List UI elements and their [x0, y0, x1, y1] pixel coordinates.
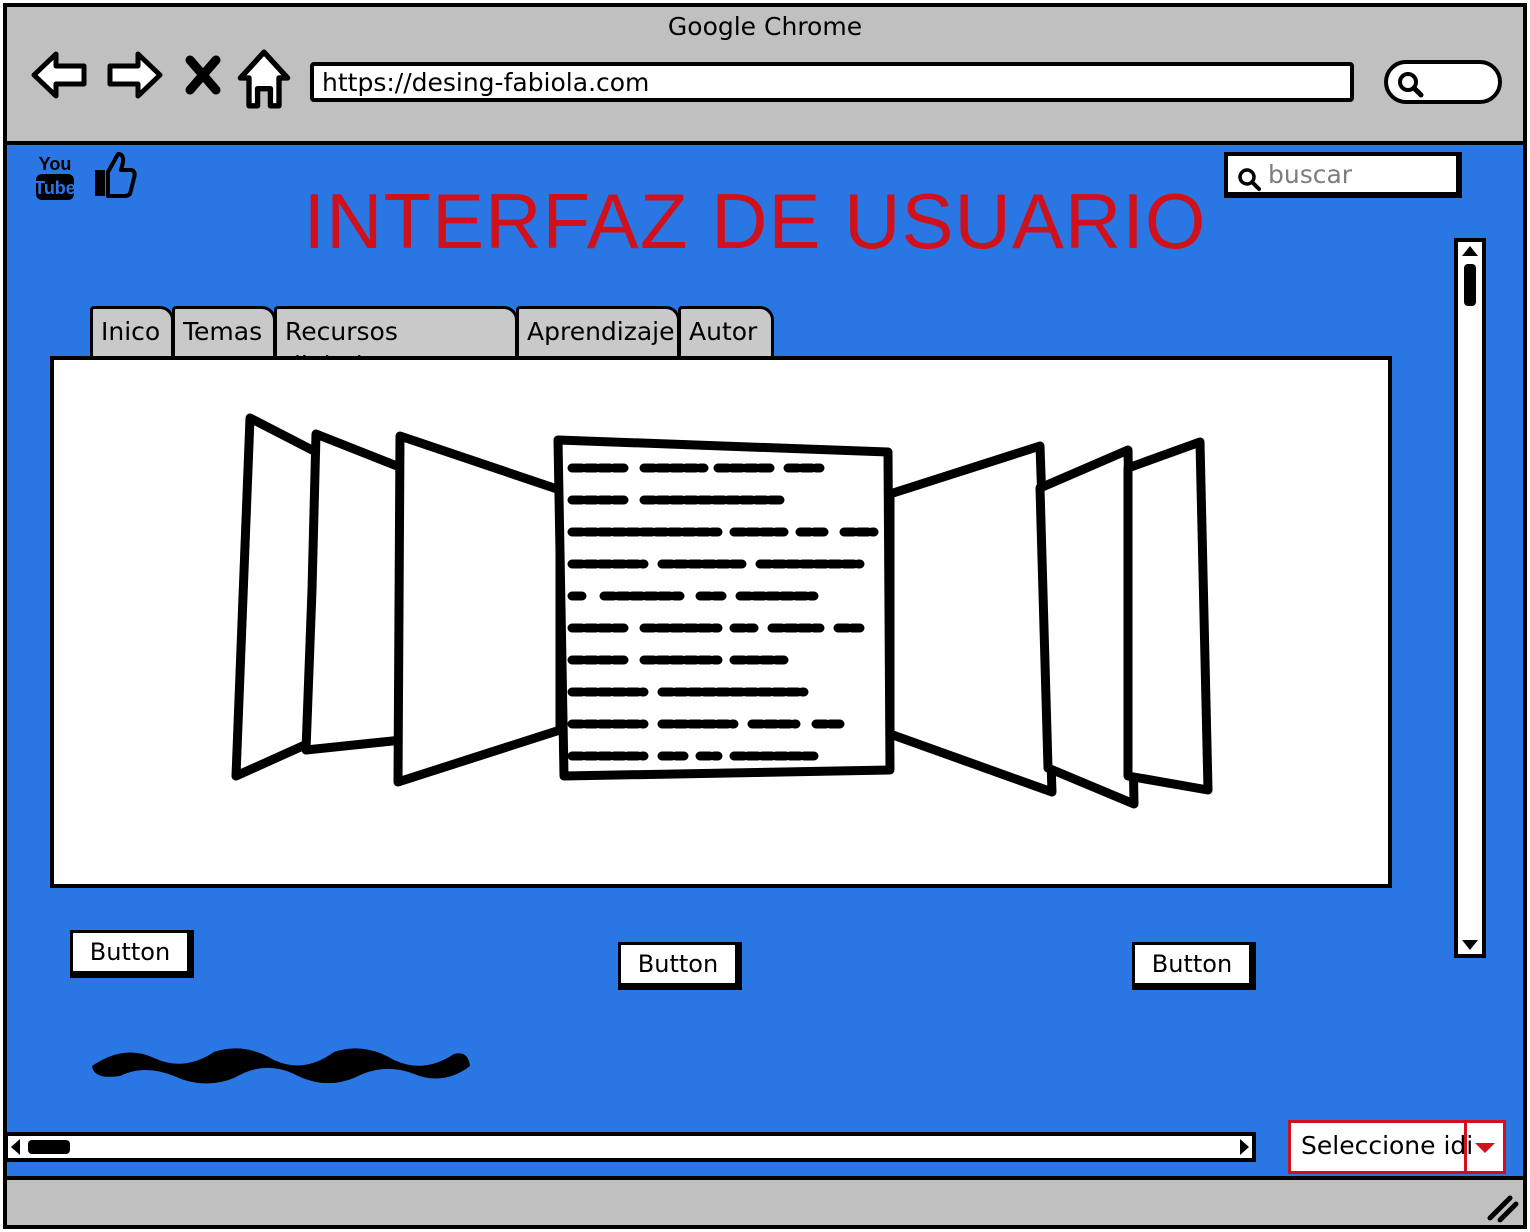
- cover-flow-item: [1123, 437, 1213, 795]
- page-title: INTERFAZ DE USUARIO: [303, 177, 1207, 265]
- horizontal-scroll-thumb[interactable]: [28, 1140, 70, 1154]
- tab-label: Temas: [183, 317, 263, 346]
- tab-panel: [50, 356, 1392, 888]
- tab-temas[interactable]: Temas: [172, 306, 276, 358]
- action-button-3[interactable]: Button: [1132, 942, 1256, 990]
- youtube-icon-top-text: You: [39, 154, 72, 174]
- browser-statusbar: [3, 1176, 1527, 1229]
- close-icon[interactable]: [180, 40, 226, 110]
- scroll-right-icon[interactable]: [1236, 1136, 1252, 1158]
- tab-autor[interactable]: Autor: [678, 306, 774, 358]
- tab-label: Inico: [101, 317, 161, 346]
- window-title: Google Chrome: [667, 12, 863, 41]
- tab-aprendizaje[interactable]: Aprendizaje: [516, 306, 680, 358]
- action-button-1[interactable]: Button: [70, 930, 194, 978]
- cover-flow-item: [301, 429, 407, 755]
- horizontal-scrollbar[interactable]: [4, 1132, 1256, 1162]
- url-bar[interactable]: https://desing-fabiola.com: [310, 62, 1354, 102]
- cover-flow-item: [393, 431, 565, 787]
- tab-recursos-digitales[interactable]: Recursos digitales: [274, 306, 518, 380]
- language-select[interactable]: Seleccione idi: [1288, 1120, 1506, 1174]
- scribbled-text-block: [92, 1048, 470, 1084]
- cover-flow-carousel[interactable]: [54, 360, 1388, 884]
- vertical-scrollbar[interactable]: [1454, 238, 1486, 958]
- vertical-scroll-thumb[interactable]: [1464, 264, 1476, 306]
- chevron-down-icon[interactable]: [1464, 1123, 1503, 1171]
- tab-label: Aprendizaje: [527, 317, 675, 346]
- scroll-down-icon[interactable]: [1458, 936, 1482, 954]
- cover-flow-item: [1035, 445, 1139, 809]
- back-arrow-icon[interactable]: [30, 40, 90, 110]
- search-icon: [1398, 72, 1424, 98]
- forward-arrow-icon[interactable]: [104, 40, 164, 110]
- tab-inicio[interactable]: Inico: [90, 306, 174, 358]
- action-button-2[interactable]: Button: [618, 942, 742, 990]
- cover-flow-item: [885, 441, 1057, 797]
- tab-label: Autor: [689, 317, 758, 346]
- home-icon[interactable]: [234, 44, 294, 114]
- browser-search-field[interactable]: [1384, 60, 1502, 104]
- language-select-value: Seleccione idi: [1301, 1131, 1474, 1160]
- scroll-up-icon[interactable]: [1458, 242, 1482, 260]
- resize-grip-icon[interactable]: [1484, 1192, 1520, 1224]
- scroll-left-icon[interactable]: [8, 1136, 24, 1158]
